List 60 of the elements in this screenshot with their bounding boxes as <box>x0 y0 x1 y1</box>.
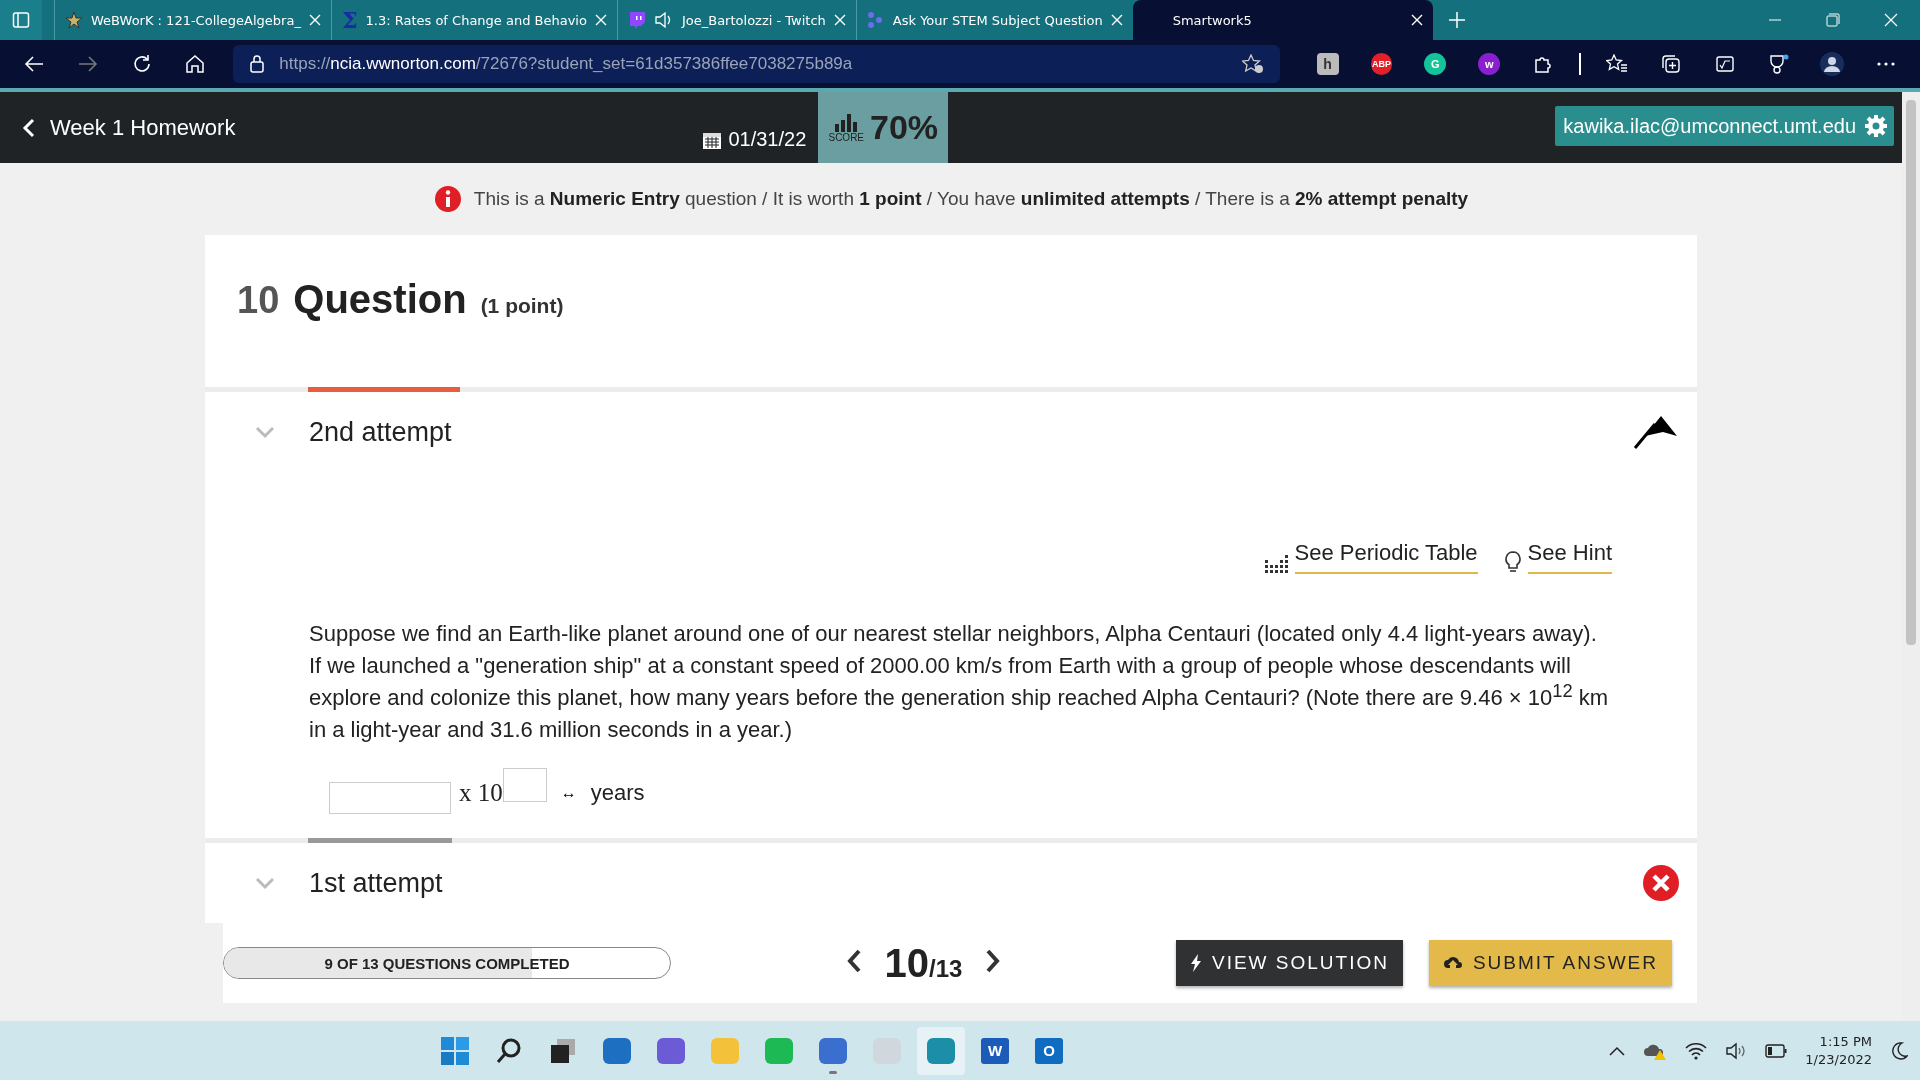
clock-time: 1:15 PM <box>1819 1034 1872 1049</box>
tab-title: WeBWorK : 121-CollegeAlgebra_ <box>91 12 301 28</box>
tab-title: Joe_Bartolozzi - Twitch <box>681 12 826 28</box>
lock-icon <box>249 55 266 73</box>
lightning-icon <box>1189 954 1202 972</box>
hint-link[interactable]: See Hint <box>1503 540 1612 574</box>
question-number: 10 <box>237 279 280 322</box>
due-date: 01/31/22 <box>728 128 807 151</box>
question-info-text: This is a Numeric Entry question / It is worth 1 point / You have unlimited attempts / There is a 2% attempt penalty <box>473 188 1469 210</box>
extension-icon[interactable]: w <box>1478 53 1501 75</box>
question-title: Question <box>293 277 467 322</box>
back-link[interactable]: Week 1 Homework <box>22 114 236 141</box>
tab-actions-icon[interactable] <box>0 0 42 40</box>
bar-chart-icon <box>834 112 859 132</box>
address-field[interactable]: https://ncia.wwnorton.com/72676?student_set=61d357386ffee7038275b89a <box>233 45 1280 83</box>
exponent-field[interactable] <box>502 768 547 802</box>
unit-label: years <box>590 780 645 806</box>
unit-toggle-arrow[interactable]: ↔ <box>560 784 577 802</box>
question-counter: 10/13 <box>884 940 963 986</box>
battery-icon[interactable] <box>1765 1043 1788 1058</box>
grid-table-icon <box>1264 554 1289 574</box>
tab-title: 1.3: Rates of Change and Behavio <box>365 12 587 28</box>
user-menu-button[interactable]: kawika.ilac@umconnect.umt.edu <box>1555 106 1894 146</box>
tab-title: Smartwork5 <box>1172 12 1253 28</box>
wifi-icon[interactable] <box>1685 1041 1708 1060</box>
attempt-label[interactable]: 1st attempt <box>309 867 443 899</box>
chat-bubble-icon <box>627 11 646 29</box>
url-text: https://ncia.wwnorton.com/72676?student_set=61d357386ffee7038275b89a <box>279 54 853 74</box>
tab-title: Ask Your STEM Subject Question <box>892 12 1103 28</box>
clock[interactable]: 1:15 PM 1/23/2022 <box>1805 1034 1872 1067</box>
score-value: 70% <box>870 108 939 147</box>
progress-label: 9 OF 13 QUESTIONS COMPLETED <box>324 954 570 972</box>
times-ten-label: x 10 <box>459 779 503 807</box>
chevron-up-icon[interactable] <box>1609 1045 1626 1056</box>
star-logo-icon <box>65 11 83 29</box>
add-favorite-icon[interactable] <box>1241 54 1264 74</box>
question-text: Suppose we find an Earth-like planet around one of our nearest stellar neighbors, Alpha Centauri (located only 4.4 light-years away). If we launched a "generation ship" at a constant speed of 2000.00 km/s from Earth with a group of people whose descendants will explore and colonize this planet, how many years before the generation ship reached Alpha Centauri? (Note there are 9.46 × 10$^{12}$ km in a light-year and 31.6 million seconds in a year.) <box>309 620 1610 744</box>
lightbulb-icon <box>1503 550 1522 574</box>
settings-icon <box>1864 114 1888 138</box>
adblock-extension-icon[interactable]: ABP <box>1370 53 1393 75</box>
plus-icon[interactable] <box>1448 12 1465 28</box>
score-label: SCORE <box>828 132 865 143</box>
close-icon[interactable] <box>1410 14 1423 26</box>
clock-date: 1/23/2022 <box>1805 1052 1872 1067</box>
dots-logo-icon <box>866 11 885 29</box>
error-icon <box>1643 865 1679 901</box>
question-points: (1 point) <box>480 294 564 318</box>
answer-field[interactable] <box>329 782 451 814</box>
periodic-table-link[interactable]: See Periodic Table <box>1264 540 1478 574</box>
view-solution-button[interactable]: VIEW SOLUTION <box>1175 940 1403 986</box>
sigma-icon: Σ <box>341 9 358 31</box>
volume-icon[interactable] <box>1725 1041 1748 1060</box>
browser-tab[interactable]: Smartwork5 <box>1132 0 1433 40</box>
extension-icon[interactable]: h <box>1316 53 1339 75</box>
attempt-label[interactable]: 2nd attempt <box>309 416 452 448</box>
cloud-upload-icon <box>1442 955 1463 971</box>
submit-answer-button[interactable]: SUBMIT ANSWER <box>1428 940 1672 986</box>
chevron-left-icon <box>22 117 36 138</box>
info-icon <box>433 185 462 213</box>
moon-icon[interactable] <box>1890 1040 1908 1061</box>
